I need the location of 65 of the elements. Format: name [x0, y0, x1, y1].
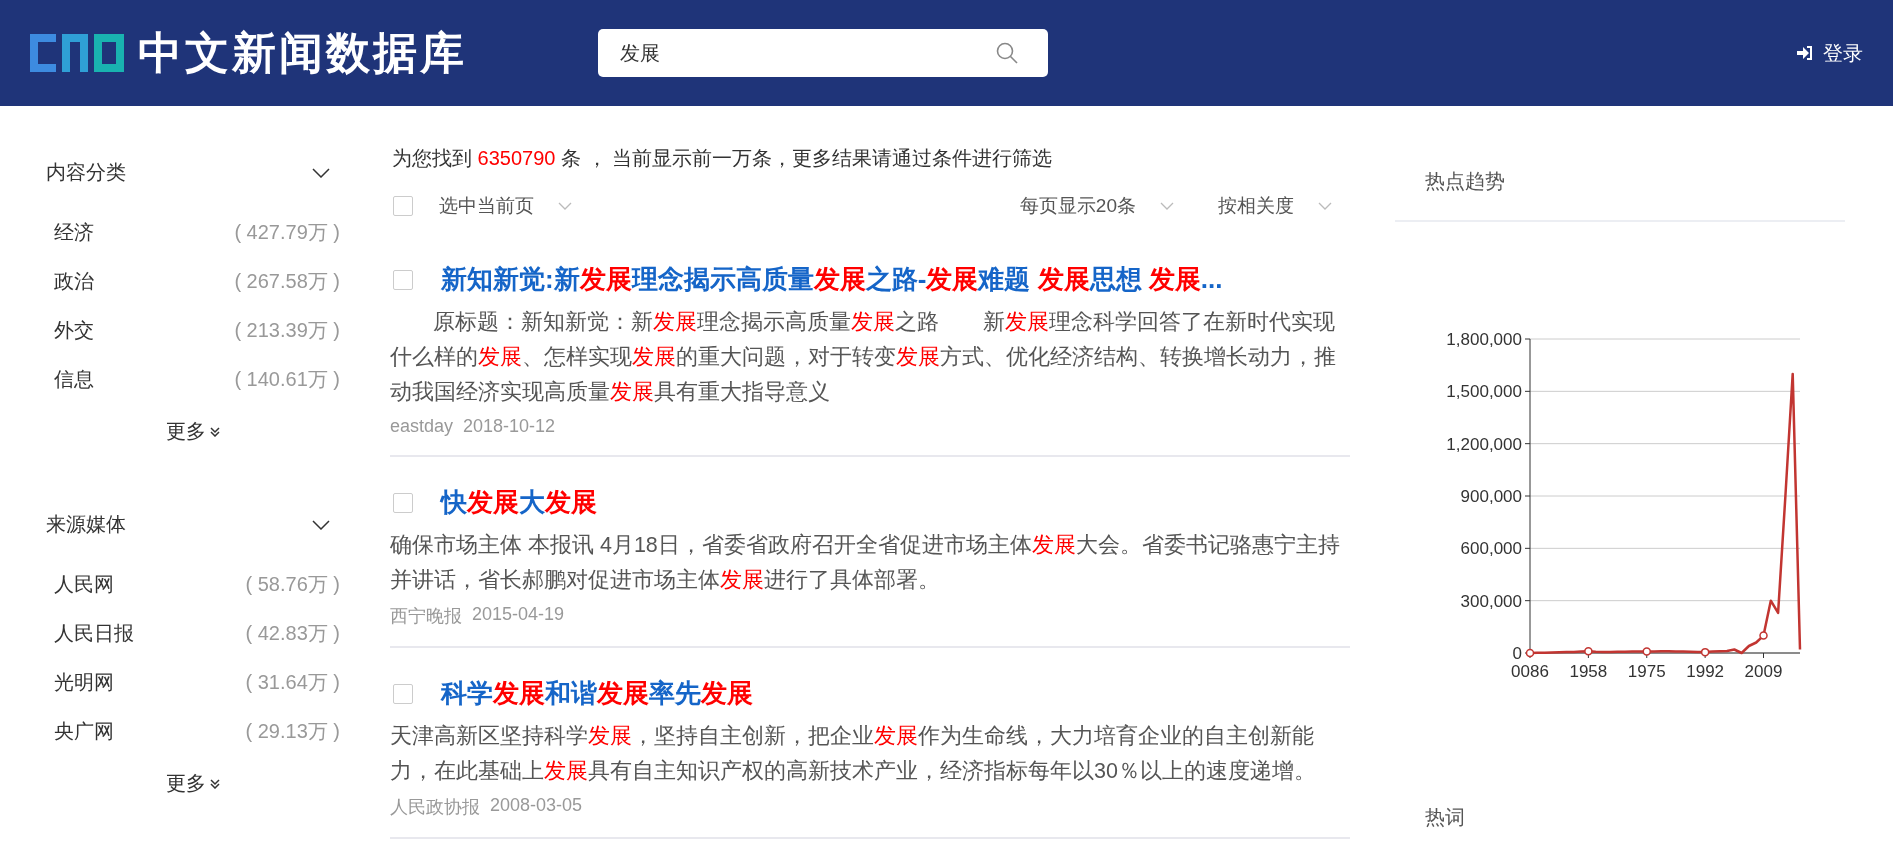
result-source: 西宁晚报	[390, 605, 462, 628]
double-chevron-icon	[210, 778, 220, 789]
x-tick-label: 1992	[1686, 662, 1725, 681]
result-snippet: 天津高新区坚持科学发展，坚持自主创新，把企业发展作为生命线，大力培育企业的自主创新能力，在此基础上发展具有自主知识产权的高新技术产业，经济指标每年以30％以上的速度递增。	[390, 723, 1317, 785]
page-size-dropdown[interactable]: 每页显示20条	[1019, 193, 1174, 219]
x-tick-label: 0086	[1511, 662, 1549, 681]
sort-dropdown[interactable]: 按相关度	[1218, 193, 1332, 219]
x-tick-label: 1975	[1627, 662, 1666, 681]
checkbox[interactable]	[393, 196, 413, 216]
filter-group-header[interactable]: 内容分类	[46, 159, 340, 186]
y-tick-label: 600,000	[1460, 539, 1522, 559]
filter-item[interactable]: 外交 ( 213.39万 )	[46, 306, 340, 355]
result-date: 2008-03-05	[490, 795, 583, 817]
y-tick-label: 1,200,000	[1446, 434, 1522, 454]
y-tick-label: 1,500,000	[1446, 382, 1522, 402]
result-source: eastday	[390, 416, 454, 437]
y-tick-label: 1,800,000	[1446, 330, 1522, 349]
checkbox[interactable]	[393, 683, 413, 704]
x-tick-label: 2009	[1744, 662, 1783, 681]
chevron-icon[interactable]	[312, 519, 330, 530]
double-chevron-icon	[210, 426, 220, 437]
filter-item[interactable]: 人民日报 ( 42.83万 )	[46, 609, 340, 658]
x-tick-label: 1958	[1569, 662, 1608, 681]
result-snippet: 原标题：新知新觉：新发展理念揭示高质量发展之路 新发展理念科学回答了在新时代实现什么样的发展、怎样实现发展的重大问题，对于转变发展方式、优化经济结构、转换增长动力，推动我国经济实现高质量发展具有重大指导意义	[390, 309, 1337, 406]
data-point	[1759, 631, 1768, 640]
filter-item[interactable]: 光明网 ( 31.64万 )	[46, 658, 340, 707]
result-date: 2018-10-12	[463, 416, 556, 437]
checkbox[interactable]	[393, 269, 413, 290]
result-snippet: 确保市场主体 本报讯 4月18日，省委省政府召开全省促进市场主体发展大会。省委书记骆惠宁主持并讲话，省长郝鹏对促进市场主体发展进行了具体部署。	[390, 532, 1341, 594]
result-title-link[interactable]: 科学发展和谐发展率先发展	[441, 676, 753, 711]
panel-title: 热词	[1424, 805, 1466, 830]
more-link[interactable]: 更多	[166, 770, 220, 797]
filter-item[interactable]: 人民网 ( 58.76万 )	[46, 560, 340, 609]
chevron-icon[interactable]	[312, 167, 330, 178]
result-source: 人民政协报	[390, 796, 480, 819]
data-point	[1525, 648, 1535, 658]
filter-group-header[interactable]: 来源媒体	[46, 511, 340, 538]
results-summary: 为您找到 6350790 条 ， 当前显示前一万条，更多结果请通过条件进行筛选	[392, 146, 1054, 171]
site-title: 中文新闻数据库	[138, 26, 467, 79]
filter-item[interactable]: 央广网 ( 29.13万 )	[46, 707, 340, 756]
result-title-link[interactable]: 新知新觉:新发展理念揭示高质量发展之路-发展难题 发展思想 发展...	[441, 262, 1223, 297]
filter-item[interactable]: 经济 ( 427.79万 )	[46, 208, 340, 257]
result-title-link[interactable]: 快发展大发展	[441, 485, 597, 520]
chevron-icon	[1318, 202, 1332, 210]
select-page-dropdown[interactable]: 选中当前页	[439, 193, 572, 219]
data-point	[1700, 647, 1710, 657]
result-date: 2015-04-19	[472, 604, 565, 626]
chevron-icon	[558, 202, 572, 210]
search-field[interactable]: 发展	[598, 29, 1048, 77]
y-tick-label: 300,000	[1460, 591, 1522, 611]
y-tick-label: 900,000	[1460, 487, 1522, 506]
filter-group-title: 内容分类	[46, 160, 126, 185]
y-tick-label: 0	[1512, 644, 1522, 663]
login-icon	[1797, 45, 1813, 61]
filter-item[interactable]: 政治 ( 267.58万 )	[46, 257, 340, 306]
data-point	[1584, 647, 1593, 656]
chevron-icon	[1160, 202, 1174, 210]
data-point	[1642, 647, 1651, 656]
checkbox[interactable]	[393, 492, 413, 513]
search-icon[interactable]	[996, 42, 1018, 64]
login-button[interactable]: 登录	[1797, 39, 1863, 67]
more-link[interactable]: 更多	[166, 418, 220, 445]
panel-title: 热点趋势	[1395, 146, 1845, 222]
filter-item[interactable]: 信息 ( 140.61万 )	[46, 355, 340, 404]
filter-group-title: 来源媒体	[46, 512, 126, 537]
